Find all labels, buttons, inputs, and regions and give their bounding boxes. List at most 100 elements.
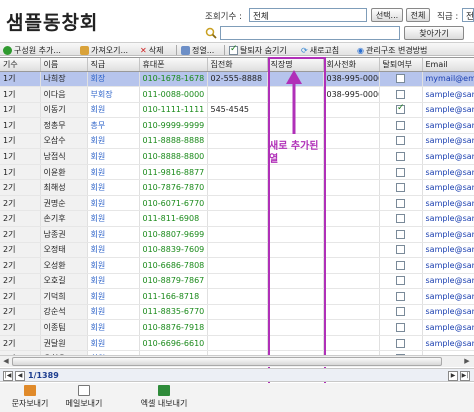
cell-cohort[interactable]: 2기 xyxy=(0,179,41,196)
cell-position[interactable]: 회원 xyxy=(87,288,140,305)
scroll-right-icon[interactable]: ▶ xyxy=(462,357,472,367)
withdrawn-checkbox[interactable] xyxy=(396,214,405,224)
search-input[interactable] xyxy=(220,26,400,40)
cell-cohort[interactable]: 1기 xyxy=(0,133,41,150)
table-row[interactable]: 2기권명순회원010-6071-6770 sample@sam xyxy=(0,195,474,212)
table-row[interactable]: 1기오삼수회원011-8888-8888 sample@sam xyxy=(0,133,474,150)
withdrawn-checkbox[interactable] xyxy=(396,183,405,193)
cell-mobile[interactable]: 010-8807-9699 xyxy=(139,226,208,243)
cell-home[interactable] xyxy=(207,335,268,352)
cell-home[interactable]: 545-4545 xyxy=(207,102,268,119)
cell-position[interactable]: 회장 xyxy=(87,71,140,88)
cell-position[interactable]: 회원 xyxy=(87,210,140,227)
column-header[interactable]: 회사전화 xyxy=(323,58,380,72)
table-row[interactable]: 1기이동기회원010-1111-1111545-4545 sample@sam xyxy=(0,102,474,119)
change-structure-button[interactable]: ◉ 관리구조 변경방법 xyxy=(357,44,427,56)
withdrawn-checkbox[interactable] xyxy=(396,276,405,286)
table-row[interactable]: 1기 이다음 부회장 011-0088-0000 038-995-0000 sample@… xyxy=(0,86,474,103)
cell-position[interactable]: 회원 xyxy=(87,164,140,181)
column-header[interactable]: 탈퇴여부 xyxy=(379,58,423,72)
cell-name[interactable]: 기덕희 xyxy=(40,288,88,305)
column-header[interactable]: 휴대폰 xyxy=(139,58,208,72)
sort-button[interactable]: 정열... xyxy=(181,44,214,56)
cell-email[interactable]: sample@sam xyxy=(422,179,474,196)
cell-position[interactable]: 회원 xyxy=(87,335,140,352)
cell-email[interactable]: sample@sam xyxy=(422,319,474,336)
find-button[interactable]: 찾아가기 xyxy=(404,26,464,40)
delete-button[interactable]: ✕ 삭제 xyxy=(140,44,163,56)
cell-position[interactable]: 회원 xyxy=(87,319,140,336)
cell-email[interactable]: sample@sam xyxy=(422,210,474,227)
cell-mobile[interactable]: 011-0088-0000 xyxy=(139,86,208,103)
hide-withdrawn-checkbox[interactable] xyxy=(229,44,238,55)
cell-office[interactable] xyxy=(323,179,380,196)
cell-mobile[interactable]: 010-6696-6610 xyxy=(139,335,208,352)
cell-cohort[interactable]: 1기 xyxy=(0,117,41,134)
cell-position[interactable]: 회원 xyxy=(87,257,140,274)
table-row[interactable]: 2기강순석회원011-8835-6770 sample@sam xyxy=(0,304,474,321)
cell-cohort[interactable]: 2기 xyxy=(0,195,41,212)
cell-office[interactable] xyxy=(323,117,380,134)
cell-mobile[interactable]: 010-7876-7870 xyxy=(139,179,208,196)
cell-cohort[interactable]: 2기 xyxy=(0,273,41,290)
horizontal-scrollbar[interactable]: ◀ ▶ xyxy=(0,355,474,367)
cell-home[interactable] xyxy=(207,133,268,150)
cell-email[interactable]: sample@sam xyxy=(422,226,474,243)
cell-home[interactable] xyxy=(207,257,268,274)
cell-cohort[interactable]: 1기 xyxy=(0,148,41,165)
cell-office[interactable]: 038-995-0000 xyxy=(323,86,380,103)
column-header[interactable]: 직급 xyxy=(87,58,140,72)
cell-home[interactable] xyxy=(207,242,268,259)
withdrawn-checkbox[interactable] xyxy=(396,323,405,333)
column-header[interactable]: 기수 xyxy=(0,58,41,72)
cell-name[interactable]: 남종권 xyxy=(40,226,88,243)
cell-name[interactable]: 이윤환 xyxy=(40,164,88,181)
prev-page-icon[interactable]: ◀ xyxy=(15,371,25,381)
cell-email[interactable]: sample@sam xyxy=(422,102,474,119)
cell-cohort[interactable]: 1기 xyxy=(0,164,41,181)
table-row[interactable]: 2기권달원회원010-6696-6610 sample@sam xyxy=(0,335,474,352)
cell-position[interactable]: 회원 xyxy=(87,133,140,150)
cell-mobile[interactable]: 011-9816-8877 xyxy=(139,164,208,181)
withdrawn-checkbox[interactable] xyxy=(396,198,405,208)
cell-office[interactable] xyxy=(323,195,380,212)
column-header[interactable]: 집전화 xyxy=(207,58,268,72)
cell-cohort[interactable]: 1기 xyxy=(0,71,41,88)
cell-mobile[interactable]: 010-8876-7918 xyxy=(139,319,208,336)
cell-position[interactable]: 부회장 xyxy=(87,86,140,103)
refresh-button[interactable]: ⟳ 새로고침 xyxy=(301,44,339,56)
cell-email[interactable]: sample@sam xyxy=(422,148,474,165)
cell-cohort[interactable]: 2기 xyxy=(0,226,41,243)
cell-name[interactable]: 이다음 xyxy=(40,86,88,103)
cell-name[interactable]: 오삼수 xyxy=(40,133,88,150)
cell-home[interactable] xyxy=(207,304,268,321)
last-page-icon[interactable]: ▶| xyxy=(460,371,470,381)
cell-home[interactable] xyxy=(207,288,268,305)
cell-office[interactable] xyxy=(323,226,380,243)
first-page-icon[interactable]: |◀ xyxy=(3,371,13,381)
withdrawn-checkbox[interactable] xyxy=(396,260,405,270)
cell-cohort[interactable]: 2기 xyxy=(0,242,41,259)
cell-office[interactable] xyxy=(323,288,380,305)
cell-email[interactable]: sample@sam xyxy=(422,117,474,134)
cell-email[interactable]: sample@sam xyxy=(422,304,474,321)
add-member-button[interactable]: 구성원 추가... xyxy=(3,44,61,56)
withdrawn-checkbox[interactable] xyxy=(396,338,405,348)
cell-cohort[interactable]: 2기 xyxy=(0,257,41,274)
cell-office[interactable] xyxy=(323,304,380,321)
cell-mobile[interactable]: 011-166-8718 xyxy=(139,288,208,305)
cell-mobile[interactable]: 010-8879-7867 xyxy=(139,273,208,290)
cell-mobile[interactable]: 010-6071-6770 xyxy=(139,195,208,212)
all-button[interactable]: 전체 xyxy=(406,8,430,22)
cell-home[interactable] xyxy=(207,117,268,134)
cell-name[interactable]: 오정태 xyxy=(40,242,88,259)
cell-name[interactable]: 손기후 xyxy=(40,210,88,227)
cell-office[interactable] xyxy=(323,242,380,259)
cell-position[interactable]: 총무 xyxy=(87,117,140,134)
cell-mobile[interactable]: 010-6686-7808 xyxy=(139,257,208,274)
cell-position[interactable]: 회원 xyxy=(87,179,140,196)
position-field[interactable]: 전체 xyxy=(462,8,474,22)
table-row[interactable]: 2기오정태회원010-8839-7609 sample@sam xyxy=(0,242,474,259)
scroll-thumb[interactable] xyxy=(12,357,442,366)
cell-home[interactable] xyxy=(207,179,268,196)
